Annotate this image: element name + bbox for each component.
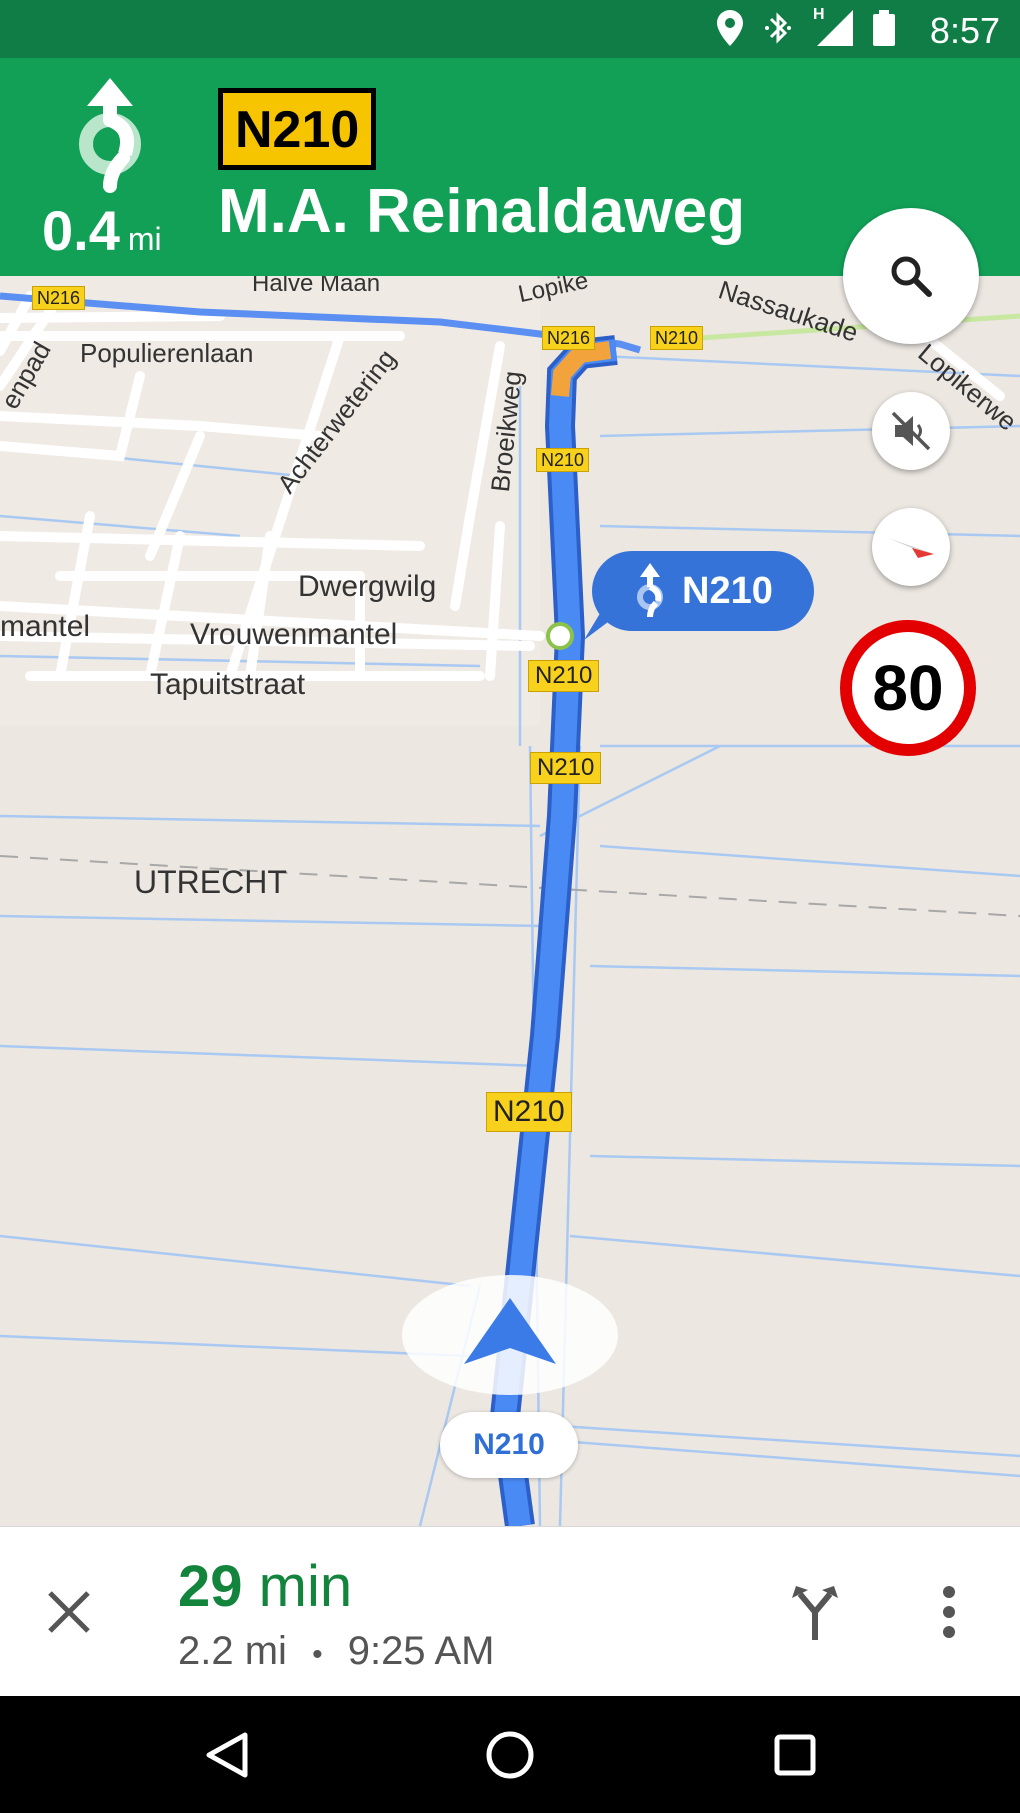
callout-pointer bbox=[584, 610, 624, 640]
system-navigation-bar bbox=[0, 1696, 1020, 1813]
eta-bar[interactable]: 29 min 2.2 mi • 9:25 AM bbox=[0, 1526, 1020, 1697]
compass-button[interactable] bbox=[872, 508, 950, 586]
label-tapuitstraat: Tapuitstraat bbox=[150, 668, 306, 701]
label-utrecht: UTRECHT bbox=[134, 864, 287, 900]
search-icon bbox=[891, 256, 932, 297]
shield-n210-a: N210 bbox=[536, 448, 590, 472]
battery-icon bbox=[873, 10, 895, 46]
callout-road-label: N210 bbox=[682, 569, 773, 612]
speed-limit-sign: 80 bbox=[840, 620, 976, 756]
label-mantel: mantel bbox=[0, 610, 91, 643]
signal-indicator: H bbox=[813, 6, 853, 46]
back-icon bbox=[206, 1732, 248, 1778]
more-options-button[interactable] bbox=[912, 1575, 986, 1649]
alternate-routes-icon bbox=[792, 1586, 838, 1640]
shield-n216-left: N216 bbox=[32, 286, 86, 310]
compass-icon bbox=[888, 538, 934, 558]
label-dwergwilg: Dwergwilg bbox=[298, 570, 437, 603]
maneuver-distance: 0.4 mi bbox=[42, 198, 162, 263]
eta-minutes: 29 bbox=[178, 1554, 243, 1619]
label-populierenlaan: Populierenlaan bbox=[80, 338, 254, 368]
arrival-time: 9:25 AM bbox=[347, 1629, 495, 1673]
separator-dot: • bbox=[312, 1638, 323, 1671]
navigation-arrow-icon bbox=[464, 1298, 556, 1364]
search-button[interactable] bbox=[843, 208, 979, 344]
distance-unit: mi bbox=[127, 221, 162, 257]
shield-n210-c: N210 bbox=[530, 752, 602, 784]
mute-icon bbox=[891, 411, 931, 451]
label-vrouwenmantel: Vrouwenmantel bbox=[190, 618, 398, 651]
road-shield: N210 bbox=[218, 88, 377, 170]
eta-unit: min bbox=[258, 1554, 353, 1619]
mute-button[interactable] bbox=[872, 392, 950, 470]
shield-n210-d: N210 bbox=[486, 1092, 572, 1132]
next-turn-callout[interactable]: N210 bbox=[592, 551, 814, 631]
street-name: M.A. Reinaldaweg bbox=[218, 177, 746, 246]
status-bar: H 8:57 bbox=[0, 0, 1020, 58]
recents-button[interactable] bbox=[758, 1718, 832, 1792]
close-icon bbox=[48, 1591, 90, 1633]
eta-duration[interactable]: 29 min bbox=[178, 1553, 352, 1620]
status-time: 8:57 bbox=[929, 10, 1000, 51]
shield-n216-center: N216 bbox=[542, 326, 596, 350]
signal-icon bbox=[817, 10, 853, 46]
roundabout-straight-icon bbox=[79, 78, 141, 193]
roundabout-straight-icon bbox=[637, 563, 663, 618]
back-button[interactable] bbox=[190, 1718, 264, 1792]
current-road-label: N210 bbox=[440, 1412, 578, 1478]
label-halve-maan: Halve Maan bbox=[252, 276, 381, 297]
shield-n210-b: N210 bbox=[528, 660, 600, 692]
home-icon bbox=[486, 1731, 534, 1779]
recents-icon bbox=[774, 1734, 816, 1776]
bluetooth-icon bbox=[765, 12, 791, 44]
close-navigation-button[interactable] bbox=[32, 1575, 106, 1649]
home-button[interactable] bbox=[473, 1718, 547, 1792]
location-icon bbox=[717, 10, 743, 46]
distance-value: 0.4 bbox=[42, 199, 120, 262]
more-vert-icon bbox=[943, 1586, 955, 1638]
eta-details: 2.2 mi • 9:25 AM bbox=[178, 1629, 494, 1674]
remaining-distance: 2.2 mi bbox=[178, 1629, 287, 1673]
status-icons: H bbox=[717, 6, 895, 46]
alternate-routes-button[interactable] bbox=[778, 1575, 852, 1649]
shield-n210-right: N210 bbox=[650, 326, 704, 350]
